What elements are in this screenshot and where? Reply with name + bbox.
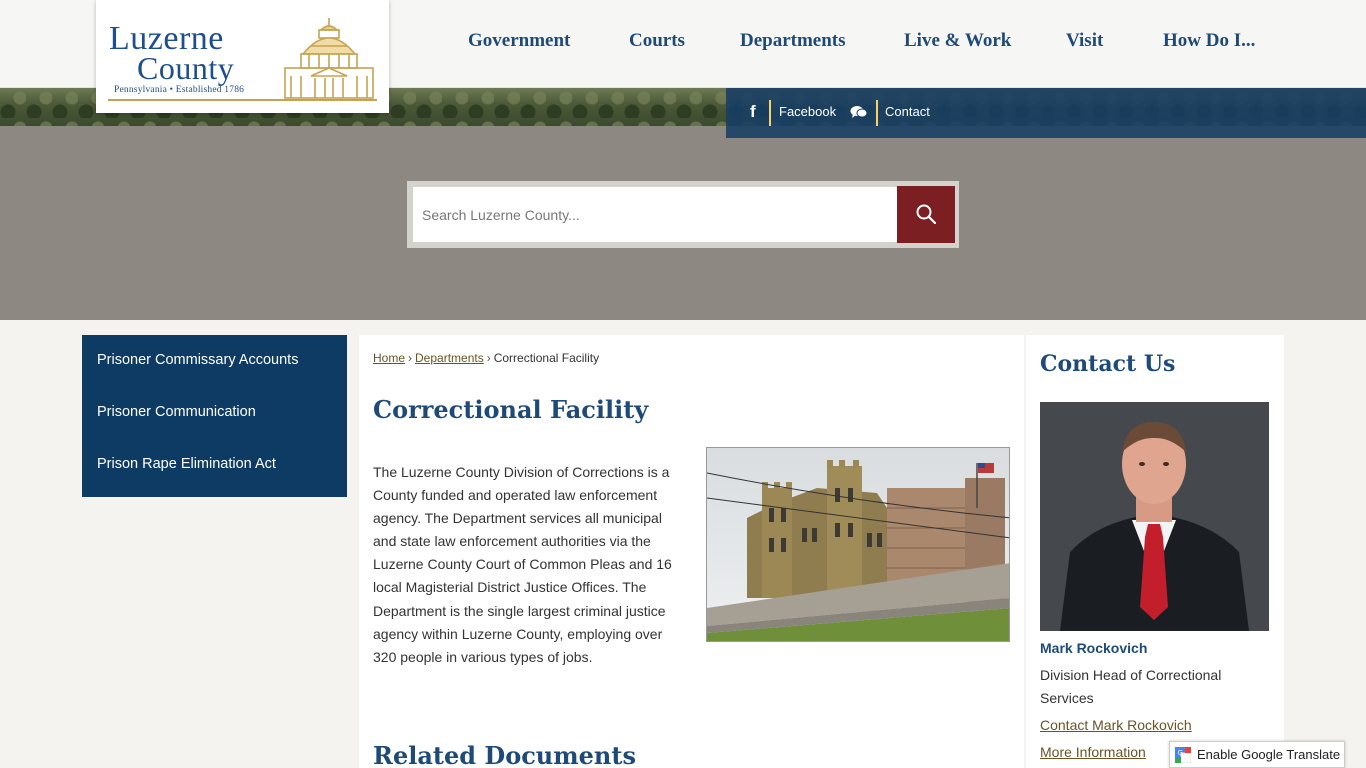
- social-divider: [769, 100, 771, 126]
- page-title: Correctional Facility: [373, 395, 649, 424]
- nav-visit[interactable]: Visit: [1066, 30, 1103, 52]
- sidebar-item-commissary[interactable]: Prisoner Commissary Accounts: [97, 352, 298, 368]
- contact-title: Contact Us: [1040, 351, 1176, 377]
- contact-panel: Contact Us Mark Rockovich Division Head …: [1026, 335, 1284, 768]
- breadcrumb-home[interactable]: Home: [373, 351, 405, 365]
- contact-link-top[interactable]: Contact: [885, 104, 930, 119]
- breadcrumb-separator: ›: [408, 351, 413, 365]
- county-logo[interactable]: Luzerne County Pennsylvania • Establishe…: [96, 0, 389, 113]
- breadcrumb: Home › Departments › Correctional Facility: [373, 351, 599, 365]
- social-divider: [876, 100, 878, 126]
- courthouse-dome-icon: [284, 18, 374, 99]
- breadcrumb-departments[interactable]: Departments: [415, 351, 484, 365]
- contact-person-link[interactable]: Contact Mark Rockovich: [1040, 717, 1192, 733]
- social-bar: f Facebook Contact: [726, 88, 1366, 138]
- logo-text-line2: County: [137, 50, 235, 86]
- sidebar-nav: Prisoner Commissary Accounts Prisoner Co…: [82, 335, 347, 497]
- search-icon: [916, 204, 936, 224]
- contact-role: Division Head of Correctional Services: [1040, 667, 1222, 706]
- related-documents-heading: Related Documents: [373, 741, 636, 768]
- google-translate-button[interactable]: G Enable Google Translate: [1169, 741, 1345, 768]
- more-information-link[interactable]: More Information: [1040, 744, 1146, 760]
- chat-bubble-icon[interactable]: [850, 105, 868, 119]
- facebook-icon[interactable]: f: [750, 102, 756, 122]
- contact-name: Mark Rockovich: [1040, 640, 1148, 656]
- nav-government[interactable]: Government: [468, 30, 570, 52]
- logo-underline: [108, 99, 377, 101]
- nav-how-do-i[interactable]: How Do I...: [1163, 30, 1255, 52]
- sidebar-item-prea[interactable]: Prison Rape Elimination Act: [97, 456, 276, 472]
- search-input[interactable]: [413, 187, 898, 242]
- breadcrumb-separator: ›: [486, 351, 491, 365]
- nav-courts[interactable]: Courts: [629, 30, 685, 52]
- google-translate-icon: G: [1175, 747, 1191, 763]
- nav-departments[interactable]: Departments: [740, 30, 846, 52]
- svg-text:G: G: [1178, 749, 1183, 757]
- contact-portrait: [1040, 402, 1269, 631]
- breadcrumb-current: Correctional Facility: [493, 351, 600, 365]
- translate-label: Enable Google Translate: [1197, 747, 1341, 762]
- nav-live-and-work[interactable]: Live & Work: [904, 30, 1011, 52]
- facebook-link[interactable]: Facebook: [779, 104, 836, 119]
- logo-tagline: Pennsylvania • Established 1786: [114, 85, 245, 95]
- intro-paragraph: The Luzerne County Division of Correctio…: [373, 464, 672, 665]
- search-button[interactable]: [897, 186, 955, 243]
- sidebar-item-communication[interactable]: Prisoner Communication: [97, 404, 256, 420]
- main-content: Home › Departments › Correctional Facility C…: [359, 335, 1024, 768]
- search-box: [407, 181, 959, 248]
- facility-photo: [706, 447, 1010, 642]
